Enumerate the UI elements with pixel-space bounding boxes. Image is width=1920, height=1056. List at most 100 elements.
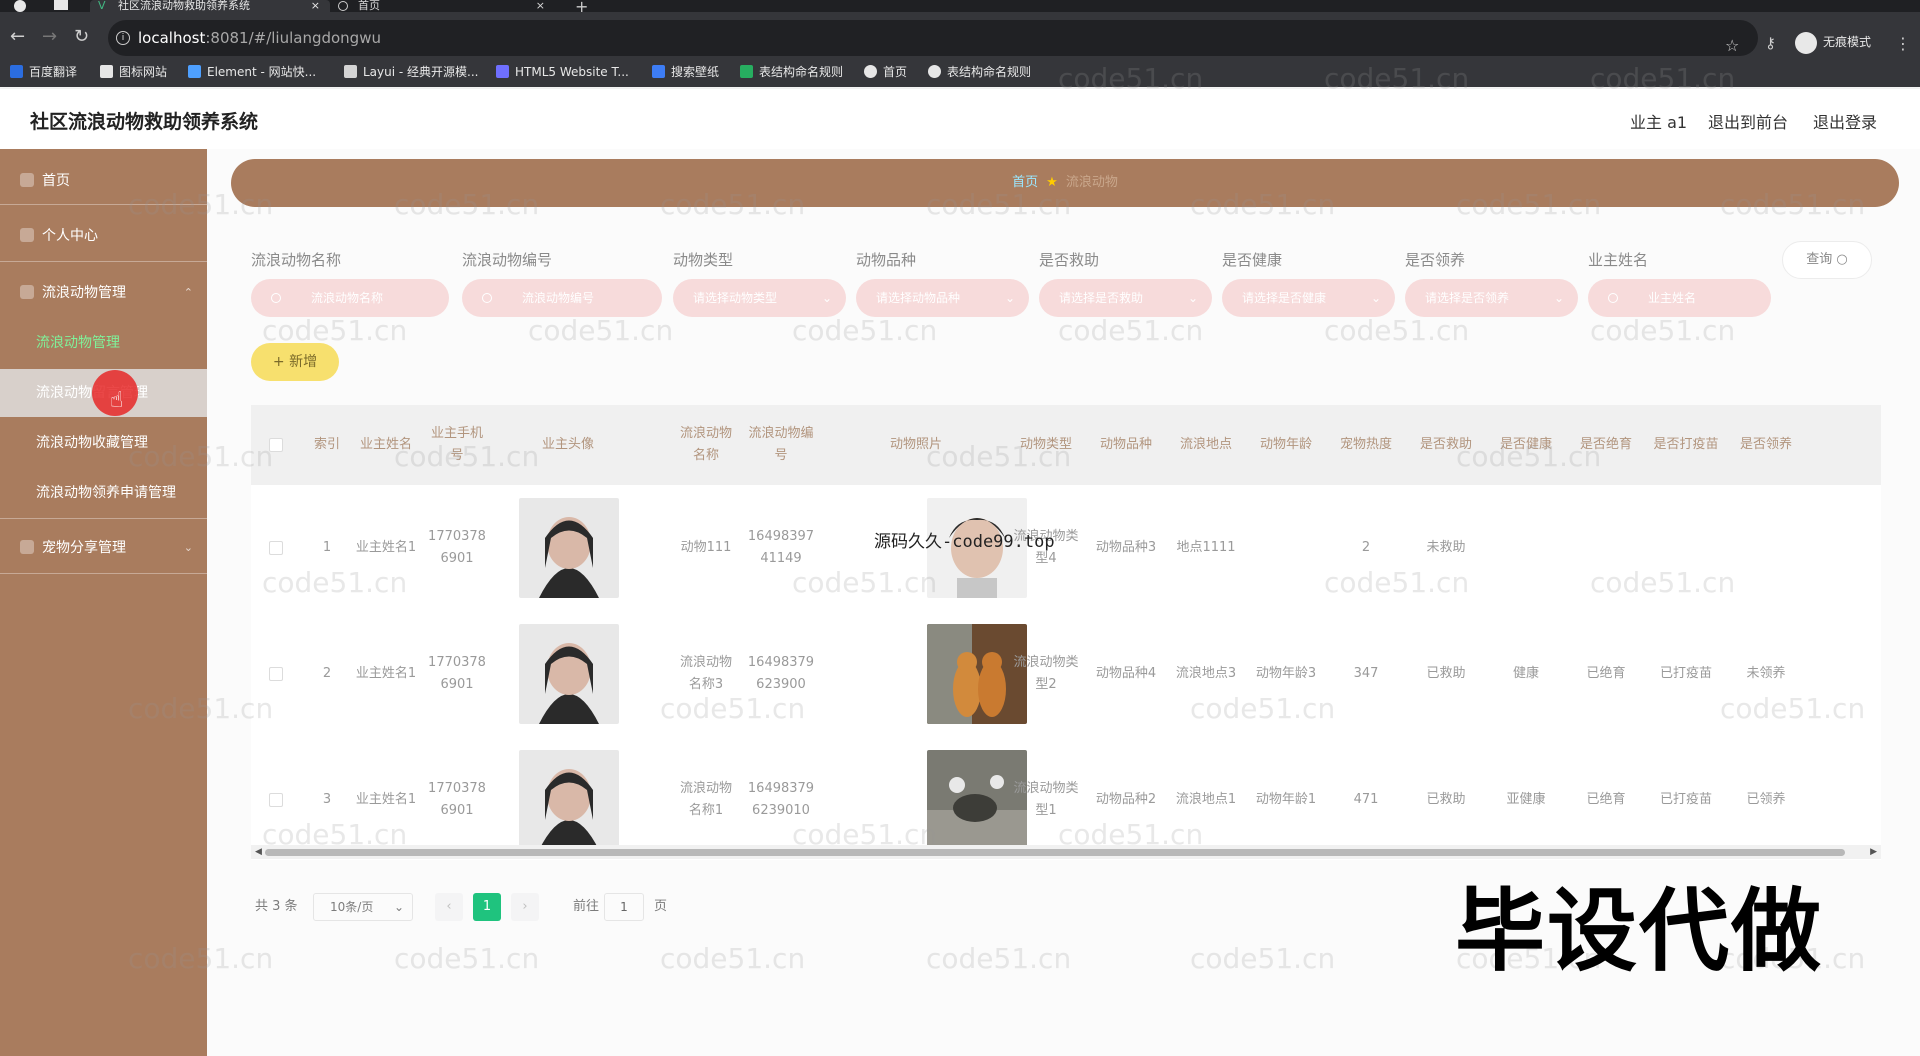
adopted-select[interactable]: 请选择是否领养 ⌄	[1405, 279, 1578, 317]
filter-label: 是否领养	[1405, 251, 1466, 269]
col-header[interactable]: 动物年龄	[1246, 405, 1326, 485]
col-header[interactable]: 动物类型	[1006, 405, 1086, 485]
col-header[interactable]: 索引	[303, 405, 351, 485]
goto-page-input[interactable]: 1	[604, 893, 644, 921]
sidebar-item-animal-management[interactable]: 流浪动物管理	[0, 331, 207, 355]
star-icon: ★	[1046, 175, 1058, 190]
sidebar-item-home[interactable]: 首页	[0, 169, 207, 193]
tab-home[interactable]: 首页 ×	[330, 0, 555, 12]
select-all-checkbox[interactable]	[269, 438, 283, 452]
query-button[interactable]: 查询 ○	[1782, 241, 1872, 279]
col-label: 是否打疫苗	[1653, 437, 1719, 452]
bookmark-item[interactable]: 表结构命名规则	[740, 63, 843, 81]
table-row[interactable]: 2 业主姓名1 17703786901 流浪动物名称3 164983796239…	[251, 611, 1881, 737]
bookmark-icon	[928, 65, 941, 78]
key-icon[interactable]: ⚷	[1765, 34, 1776, 52]
bookmark-star-icon[interactable]: ☆	[1725, 36, 1739, 55]
bookmark-item[interactable]: Layui - 经典开源模...	[344, 63, 478, 81]
placeholder: 业主姓名	[1648, 291, 1697, 305]
table-row[interactable]: 1 业主姓名1 17703786901 动物111 1649839741149 …	[251, 485, 1881, 611]
tab-app[interactable]: V 社区流浪动物救助领养系统 ×	[90, 0, 330, 12]
owner-name-input[interactable]: 业主姓名	[1588, 279, 1771, 317]
owner-avatar[interactable]	[519, 750, 619, 850]
bookmark-icon	[100, 65, 113, 78]
close-icon[interactable]: ×	[536, 0, 545, 12]
col-header[interactable]: 业主头像	[493, 405, 643, 485]
row-checkbox[interactable]	[269, 793, 283, 807]
bookmark-item[interactable]: 表结构命名规则	[928, 63, 1031, 81]
owner-avatar[interactable]	[519, 498, 619, 598]
incognito-indicator[interactable]: 无痕模式	[1795, 30, 1871, 54]
animal-name-input[interactable]: 流浪动物名称	[251, 279, 449, 317]
bookmark-item[interactable]: 百度翻译	[10, 63, 77, 81]
bookmark-label: Layui - 经典开源模...	[363, 65, 479, 79]
col-header[interactable]: 是否绝育	[1566, 405, 1646, 485]
col-header[interactable]: 是否打疫苗	[1646, 405, 1726, 485]
col-header[interactable]: 宠物热度	[1326, 405, 1406, 485]
sidebar-item-profile[interactable]: 个人中心	[0, 224, 207, 248]
col-header[interactable]: 动物品种	[1086, 405, 1166, 485]
sidebar-group-pet-sharing[interactable]: 宠物分享管理 ⌄	[0, 536, 207, 560]
table-row[interactable]: 3 业主姓名1 17703786901 流浪动物名称1 164983796239…	[251, 737, 1881, 850]
more-menu-icon[interactable]: ⋮	[1895, 34, 1911, 53]
prev-page-button[interactable]: ‹	[435, 893, 463, 921]
bookmark-item[interactable]: 首页	[864, 63, 907, 81]
bookmark-item[interactable]: 搜索壁纸	[652, 63, 719, 81]
col-header[interactable]: 业主手机号	[421, 405, 493, 485]
sidebar-item-animal-favorites[interactable]: 流浪动物收藏管理	[0, 431, 207, 455]
add-button[interactable]: + 新增	[251, 343, 339, 381]
bookmark-label: 首页	[883, 65, 908, 79]
overlay-source-text: 源码久久-code99.top	[874, 532, 1055, 552]
horizontal-scrollbar[interactable]: ◀ ▶	[251, 845, 1881, 859]
col-header[interactable]: 流浪地点	[1166, 405, 1246, 485]
overlay-promo-text: 毕设代做	[1455, 879, 1823, 984]
col-label: 是否绝育	[1579, 437, 1632, 452]
col-header[interactable]: 动物照片	[821, 405, 1011, 485]
cell-animal-type: 流浪动物类型2	[1013, 655, 1079, 692]
bookmark-item[interactable]: 图标网站	[100, 63, 167, 81]
sidebar-item-label: 流浪动物收藏管理	[36, 435, 148, 451]
owner-avatar[interactable]	[519, 624, 619, 724]
cell-age	[1246, 485, 1326, 611]
col-label: 业主头像	[541, 437, 594, 452]
sidebar-group-animal-management[interactable]: 流浪动物管理 ⌃	[0, 281, 207, 305]
col-header[interactable]: 流浪动物名称	[671, 405, 741, 485]
rescued-select[interactable]: 请选择是否救助 ⌄	[1039, 279, 1212, 317]
close-icon[interactable]: ×	[311, 0, 320, 12]
menu-icon	[20, 540, 34, 554]
cell-animal-type: 流浪动物类型1	[1013, 781, 1079, 818]
scroll-right-icon[interactable]: ▶	[1870, 845, 1877, 859]
animal-breed-select[interactable]: 请选择动物品种 ⌄	[856, 279, 1029, 317]
col-header[interactable]: 业主姓名	[351, 405, 421, 485]
bookmark-item[interactable]: Element - 网站快...	[188, 63, 316, 81]
forward-icon[interactable]: →	[42, 26, 57, 47]
animal-type-select[interactable]: 请选择动物类型 ⌄	[673, 279, 846, 317]
scroll-left-icon[interactable]: ◀	[255, 845, 262, 859]
breadcrumb-home[interactable]: 首页	[1012, 175, 1038, 190]
col-header[interactable]: 流浪动物编号	[741, 405, 821, 485]
animal-code-input[interactable]: 流浪动物编号	[462, 279, 662, 317]
next-page-button[interactable]: ›	[511, 893, 539, 921]
table-header: 索引 业主姓名 业主手机号 业主头像 流浪动物名称 流浪动物编号 动物照片 动物…	[251, 405, 1881, 485]
page-button-1[interactable]: 1	[473, 893, 501, 921]
url-field[interactable]: i localhost:8081/#/liulangdongwu	[108, 20, 1758, 56]
scrollbar-thumb[interactable]	[265, 849, 1845, 856]
logout-link[interactable]: 退出登录	[1813, 109, 1877, 133]
placeholder: 请选择是否领养	[1425, 291, 1510, 305]
query-label: 查询	[1806, 252, 1833, 267]
row-checkbox[interactable]	[269, 541, 283, 555]
sidebar-item-label: 流浪动物领养申请管理	[36, 485, 176, 501]
exit-to-front-link[interactable]: 退出到前台	[1708, 109, 1788, 133]
page-size-select[interactable]: 10条/页 ⌄	[313, 893, 413, 921]
row-checkbox[interactable]	[269, 667, 283, 681]
col-header[interactable]: 是否健康	[1486, 405, 1566, 485]
col-header[interactable]: 是否领养	[1726, 405, 1806, 485]
healthy-select[interactable]: 请选择是否健康 ⌄	[1222, 279, 1395, 317]
reload-icon[interactable]: ↻	[74, 26, 89, 47]
back-icon[interactable]: ←	[10, 26, 25, 47]
goto-label: 前往	[573, 899, 600, 914]
sidebar-item-adoption-applications[interactable]: 流浪动物领养申请管理	[0, 481, 207, 505]
bookmark-item[interactable]: HTML5 Website T...	[496, 63, 629, 81]
cell-phone: 17703786901	[428, 781, 486, 818]
col-header[interactable]: 是否救助	[1406, 405, 1486, 485]
